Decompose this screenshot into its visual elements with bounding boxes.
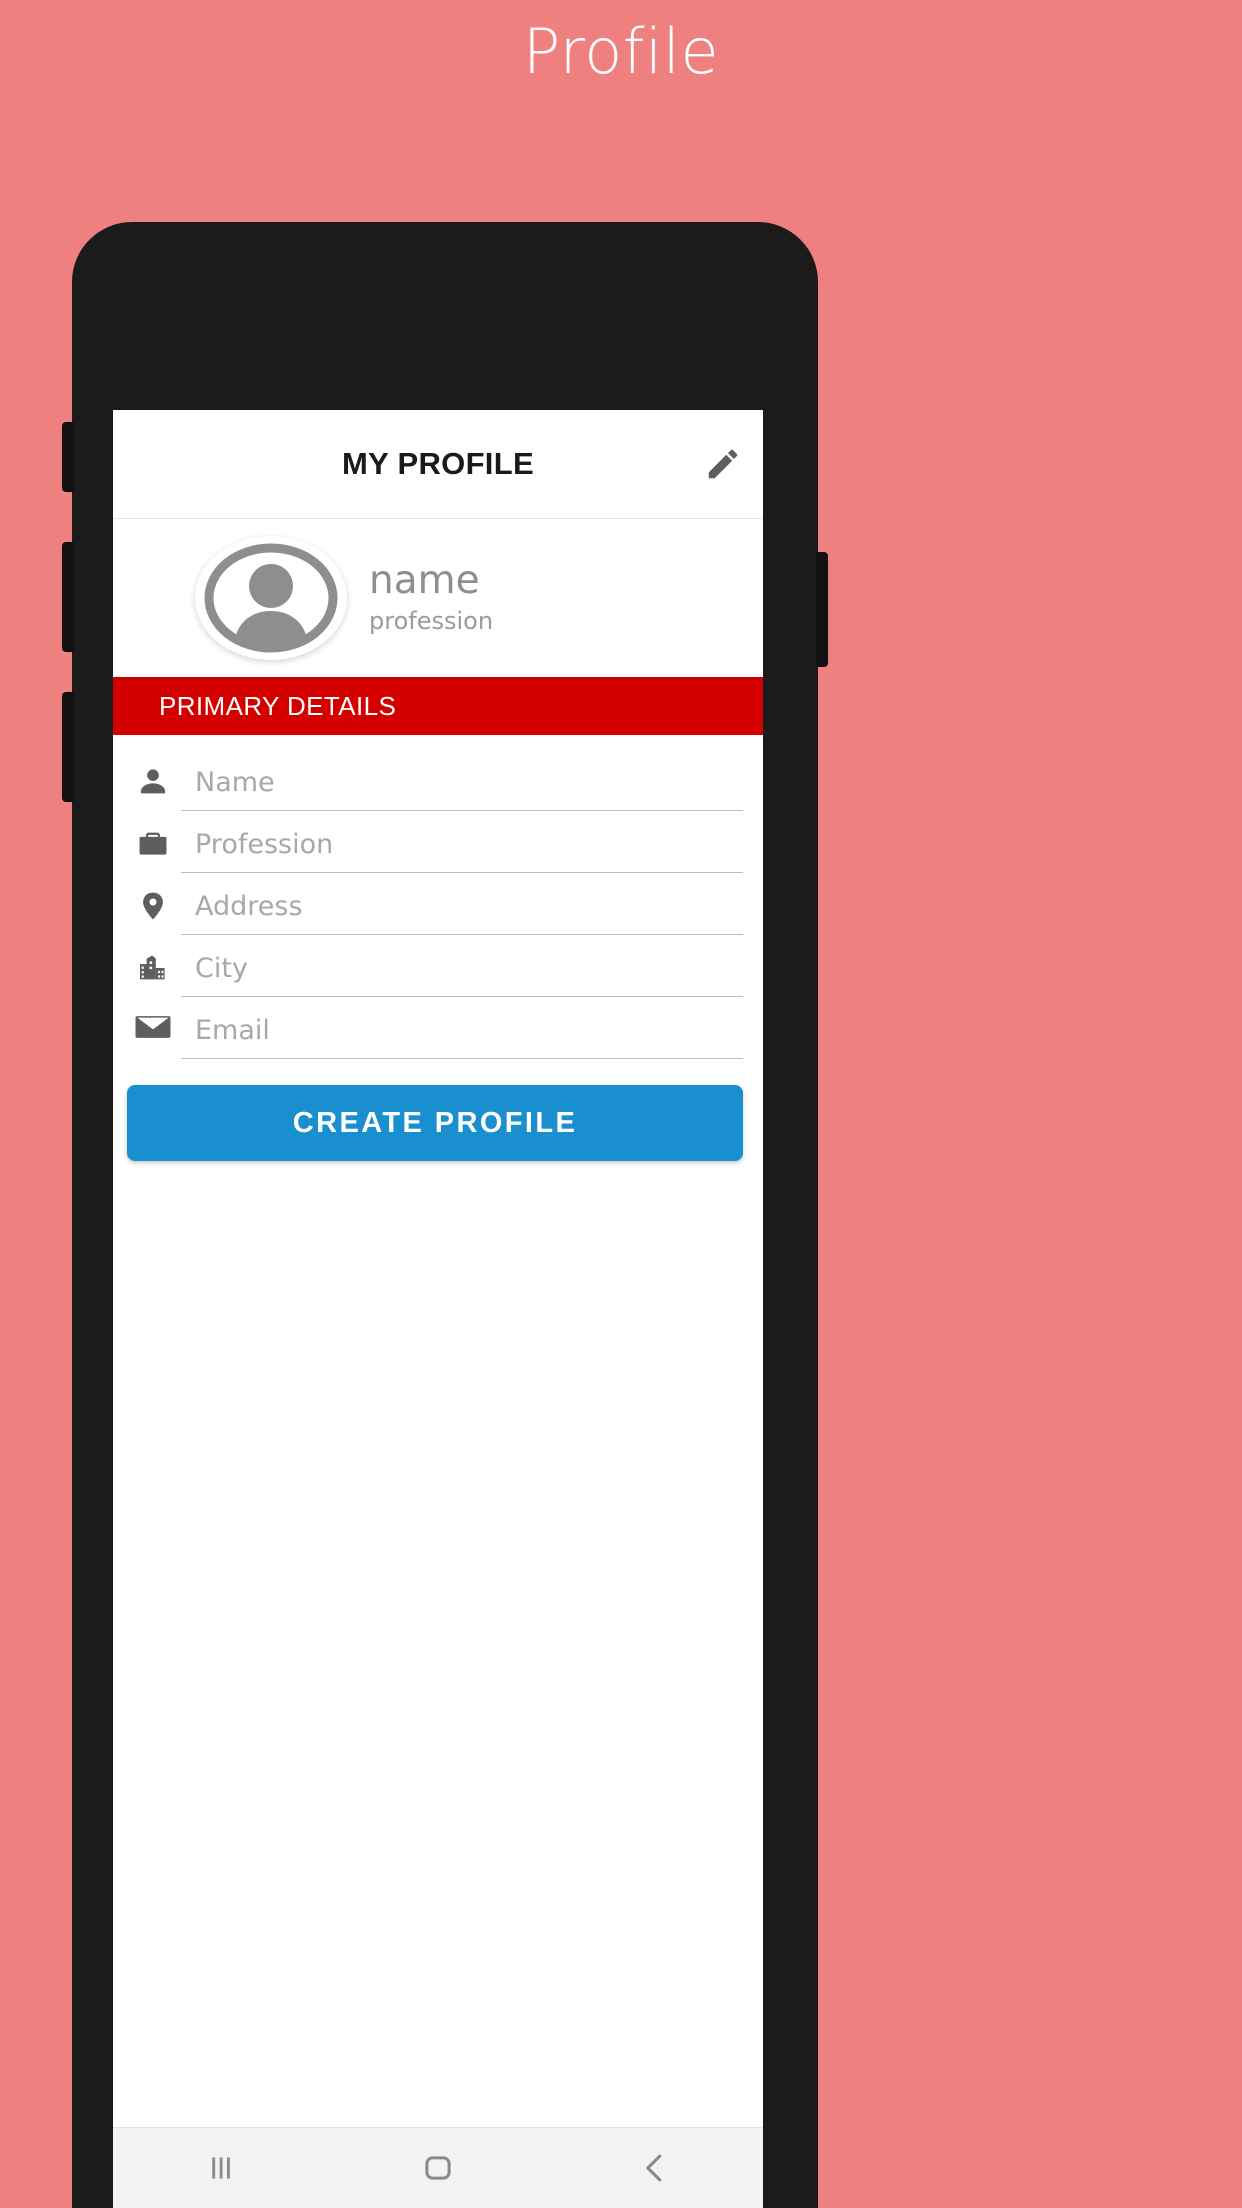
location-pin-icon (125, 889, 181, 935)
field-profession[interactable] (125, 816, 743, 873)
nav-button-home[interactable] (330, 2128, 547, 2208)
create-profile-button[interactable]: CREATE PROFILE (127, 1085, 743, 1161)
phone-screen: MY PROFILE name profession PRIMARY DETAI… (113, 410, 763, 2208)
profile-name: name (369, 557, 480, 603)
recents-icon (203, 2150, 239, 2186)
device-button-volume-up[interactable] (62, 542, 74, 652)
section-header-label: PRIMARY DETAILS (159, 690, 397, 721)
field-address[interactable] (125, 878, 743, 935)
envelope-icon (125, 1007, 181, 1059)
page-title: Profile (522, 15, 720, 88)
profession-input[interactable] (181, 829, 743, 873)
device-button-power[interactable] (816, 552, 828, 667)
address-input[interactable] (181, 891, 743, 935)
name-input[interactable] (181, 767, 743, 811)
back-icon (636, 2149, 674, 2187)
profile-text-block: name profession (369, 557, 494, 636)
home-icon (419, 2149, 457, 2187)
app-bar: MY PROFILE (113, 410, 763, 519)
field-email[interactable] (125, 1002, 743, 1059)
device-button-mute[interactable] (62, 422, 74, 492)
avatar[interactable] (195, 536, 347, 660)
app-bar-title: MY PROFILE (342, 446, 534, 481)
field-city[interactable] (125, 940, 743, 997)
edit-profile-button[interactable] (695, 436, 751, 492)
cta-container: CREATE PROFILE (113, 1059, 763, 1161)
pencil-icon (704, 445, 742, 483)
device-button-volume-down[interactable] (62, 692, 74, 802)
field-name[interactable] (125, 754, 743, 811)
primary-details-form (113, 735, 763, 1059)
person-placeholder-icon (201, 542, 341, 654)
profile-summary-card[interactable]: name profession (113, 519, 763, 677)
nav-button-recents[interactable] (113, 2128, 330, 2208)
profile-profession: profession (369, 607, 494, 636)
android-navigation-bar (113, 2127, 763, 2208)
briefcase-icon (125, 827, 181, 873)
person-icon (125, 765, 181, 811)
phone-device-frame: MY PROFILE name profession PRIMARY DETAI… (62, 222, 828, 2208)
email-input[interactable] (181, 1015, 743, 1059)
city-building-icon (125, 951, 181, 997)
city-input[interactable] (181, 953, 743, 997)
section-header-primary-details: PRIMARY DETAILS (113, 677, 763, 735)
nav-button-back[interactable] (546, 2128, 763, 2208)
